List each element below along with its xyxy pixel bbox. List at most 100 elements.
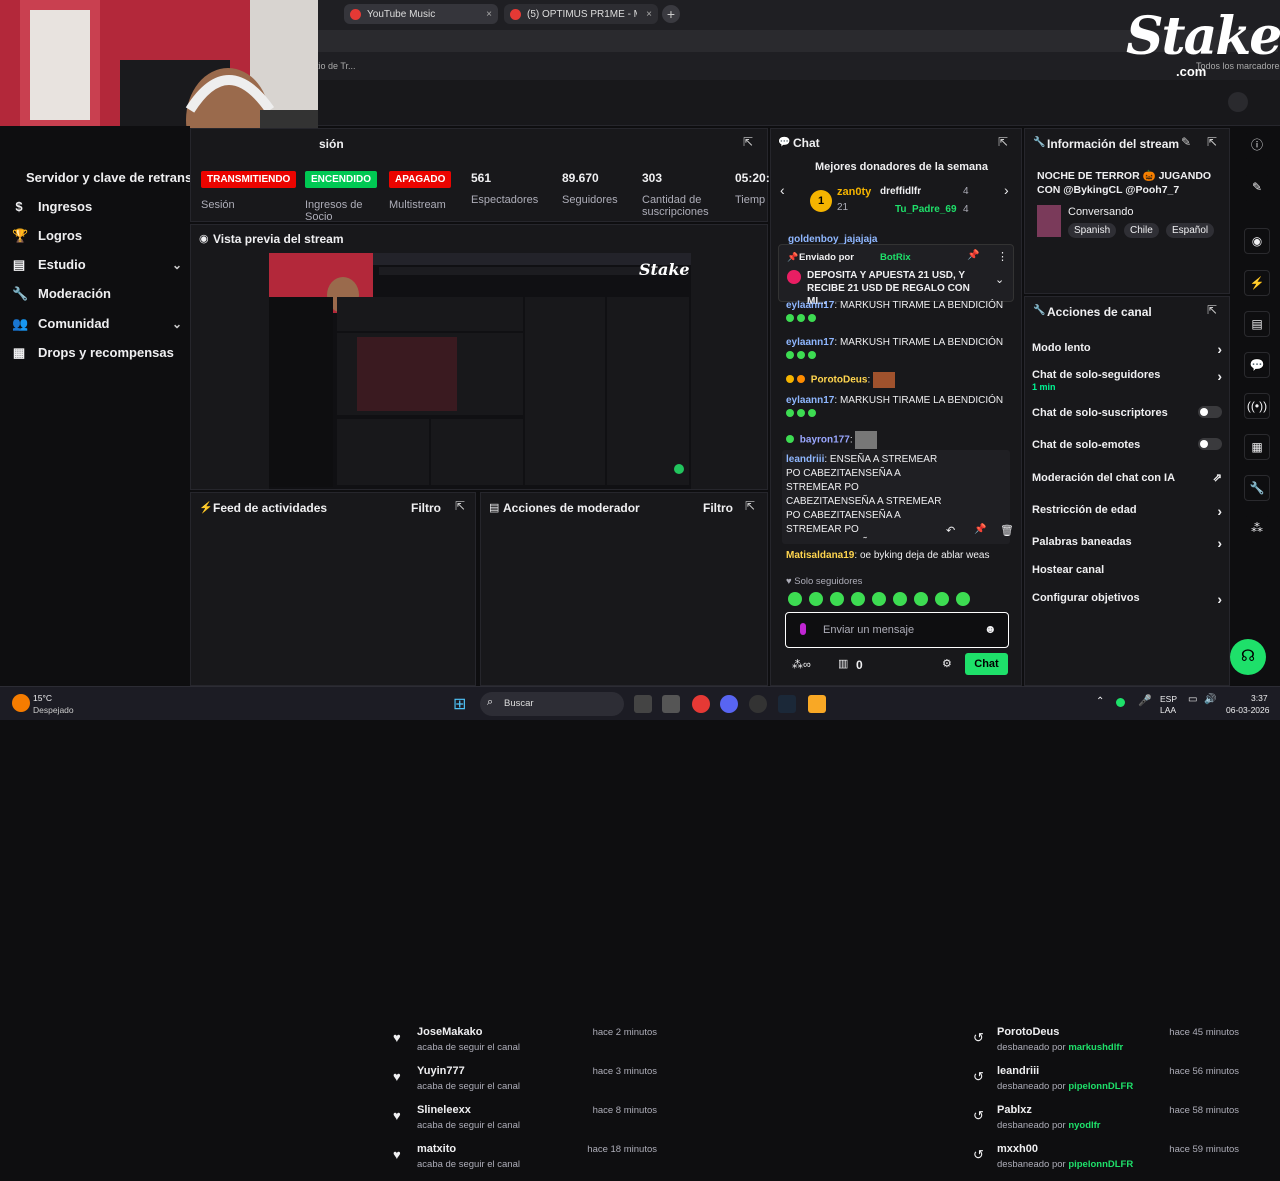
followers-count: 89.670 (562, 171, 599, 185)
chat-username[interactable]: leandriii (786, 454, 824, 465)
sidebar-item-stream-key[interactable]: Servidor y clave de retransm (26, 170, 204, 185)
bolt-icon[interactable]: ⚡ (1244, 270, 1270, 296)
task-view-icon[interactable] (634, 695, 652, 713)
points-icon[interactable]: ⁂∞ (792, 658, 811, 671)
mic-icon[interactable] (800, 623, 806, 635)
avatar[interactable] (1228, 92, 1248, 112)
tag[interactable]: Español (1166, 223, 1215, 238)
volume-icon[interactable]: 🔊 (1204, 694, 1216, 705)
network-icon[interactable]: ▭ (1188, 694, 1197, 705)
edit-icon[interactable]: ✎ (1181, 135, 1191, 149)
undo-icon[interactable]: ↶ (946, 524, 955, 537)
close-icon[interactable]: × (646, 9, 652, 20)
chat-username[interactable]: bayron177 (800, 435, 850, 446)
heart-icon: ♥ (393, 1069, 401, 1084)
trash-icon[interactable]: 🗑 (1000, 524, 1014, 537)
app-icon[interactable] (662, 695, 680, 713)
chevron-left-icon[interactable]: ‹ (780, 182, 785, 198)
chat-input[interactable]: Enviar un mensaje ☻ (785, 612, 1009, 648)
discord-icon[interactable] (720, 695, 738, 713)
bot-avatar (787, 270, 801, 284)
clock-time[interactable]: 3:37 (1251, 693, 1268, 703)
category-thumbnail (1037, 205, 1061, 237)
channel-action-item[interactable]: Hostear canal (1032, 564, 1222, 576)
sidebar-item-comunidad[interactable]: 👥 Comunidad ⌄ (12, 316, 182, 331)
chevron-up-icon[interactable]: ⌃ (1096, 696, 1104, 707)
pin-icon[interactable]: 📌 (974, 524, 986, 535)
status-badge-session: TRANSMITIENDO (201, 171, 297, 188)
channel-action-item[interactable]: Modo lento › (1032, 341, 1222, 357)
unpin-icon[interactable]: 📌 (967, 250, 979, 261)
windows-start-icon[interactable]: ⊞ (453, 694, 466, 714)
layout-icon[interactable]: ▦ (1244, 434, 1270, 460)
filter-button[interactable]: Filtro (411, 501, 441, 515)
edit-icon[interactable]: ✎ (1244, 175, 1270, 201)
toggle-switch[interactable] (1198, 438, 1222, 450)
channel-action-item[interactable]: Moderación del chat con IA ⇗ (1032, 472, 1222, 484)
popout-icon[interactable]: ⇱ (1207, 303, 1217, 317)
nodes-icon[interactable]: ⁂ (1244, 516, 1270, 542)
browser-tab-optimus[interactable]: (5) OPTIMUS PR1ME - Markus... × (504, 4, 658, 24)
chat-username[interactable]: eylaann17 (786, 395, 834, 406)
gear-icon[interactable]: ⚙ (942, 657, 952, 670)
mod-action-item: ↺ Pablxz desbaneado por nyodlfr hace 58 … (973, 1104, 1239, 1131)
bookmark-item[interactable]: itio de Tr... (314, 61, 356, 71)
dollar-icon: $ (15, 198, 23, 214)
studio-icon: ▤ (12, 256, 26, 272)
followers-only-indicator: ♥ Solo seguidores (786, 576, 863, 587)
close-icon[interactable]: × (486, 9, 492, 20)
sidebar-item-moderacion[interactable]: 🔧 Moderación (12, 286, 182, 301)
camera-icon[interactable]: ◉ (1244, 228, 1270, 254)
channel-action-item[interactable]: Chat de solo-emotes (1032, 438, 1222, 451)
tag[interactable]: Spanish (1068, 223, 1117, 238)
mic-icon[interactable]: 🎤 (1138, 694, 1152, 707)
sidebar-item-ingresos[interactable]: $ Ingresos (12, 199, 182, 214)
chevron-right-icon[interactable]: › (1004, 182, 1009, 198)
document-icon: ▤ (489, 502, 500, 514)
channel-action-item[interactable]: Chat de solo-seguidores 1 min › (1032, 368, 1222, 393)
channel-action-item[interactable]: Chat de solo-suscriptores (1032, 406, 1222, 419)
chat-username[interactable]: eylaann17 (786, 300, 834, 311)
filter-button[interactable]: Filtro (703, 501, 733, 515)
chat-username[interactable]: Matisaldana19 (786, 550, 854, 561)
info-icon[interactable]: ⓘ (1244, 133, 1270, 159)
channel-action-item[interactable]: Restricción de edad › (1032, 503, 1222, 519)
document-icon[interactable]: ▤ (1244, 311, 1270, 337)
stream-preview-video[interactable]: Stake (269, 253, 691, 489)
sidebar-item-logros[interactable]: 🏆 Logros (12, 228, 182, 243)
popout-icon[interactable]: ⇱ (455, 499, 465, 513)
undo-icon: ↺ (973, 1108, 984, 1123)
channel-action-item[interactable]: Palabras baneadas › (1032, 535, 1222, 551)
channel-action-item[interactable]: Configurar objetivos › (1032, 591, 1222, 607)
popout-icon[interactable]: ⇱ (743, 135, 753, 149)
folder-icon[interactable] (808, 695, 826, 713)
chevron-down-icon[interactable]: ⌄ (995, 273, 1004, 286)
popout-icon[interactable]: ⇱ (745, 499, 755, 513)
tag[interactable]: Chile (1124, 223, 1159, 238)
store-icon[interactable]: ▥ (838, 657, 848, 670)
emote-bar[interactable] (788, 592, 1008, 608)
toggle-switch[interactable] (1198, 406, 1222, 418)
more-icon[interactable]: ⋮ (997, 250, 1008, 263)
sidebar-item-estudio[interactable]: ▤ Estudio ⌄ (12, 257, 182, 272)
chat-username[interactable]: eylaann17 (786, 337, 834, 348)
taskbar-search[interactable]: ⌕ Buscar (480, 692, 624, 716)
wrench-icon[interactable]: 🔧 (1244, 475, 1270, 501)
bolt-icon: ⚡ (199, 502, 213, 514)
send-chat-button[interactable]: Chat (965, 653, 1008, 675)
stream-info-panel: 🔧 Información del stream ✎ ⇱ NOCHE DE TE… (1024, 128, 1230, 294)
browser-tab-youtube-music[interactable]: YouTube Music × (344, 4, 498, 24)
broadcast-icon[interactable]: ((•)) (1244, 393, 1270, 419)
chat-username[interactable]: PorotoDeus (811, 375, 868, 386)
new-tab-button[interactable]: + (662, 5, 680, 23)
popout-icon[interactable]: ⇱ (1207, 135, 1217, 149)
chat-bubble-icon[interactable]: 💬 (1244, 352, 1270, 378)
sidebar-item-drops[interactable]: ▦ Drops y recompensas (12, 345, 182, 360)
emoji-icon[interactable]: ☻ (984, 622, 997, 636)
popout-icon[interactable]: ⇱ (998, 135, 1008, 149)
status-dot-icon[interactable] (1116, 698, 1125, 707)
steam-icon[interactable] (778, 695, 796, 713)
media-icon[interactable] (749, 695, 767, 713)
support-button[interactable]: ☊ (1230, 639, 1266, 675)
chrome-icon[interactable] (692, 695, 710, 713)
